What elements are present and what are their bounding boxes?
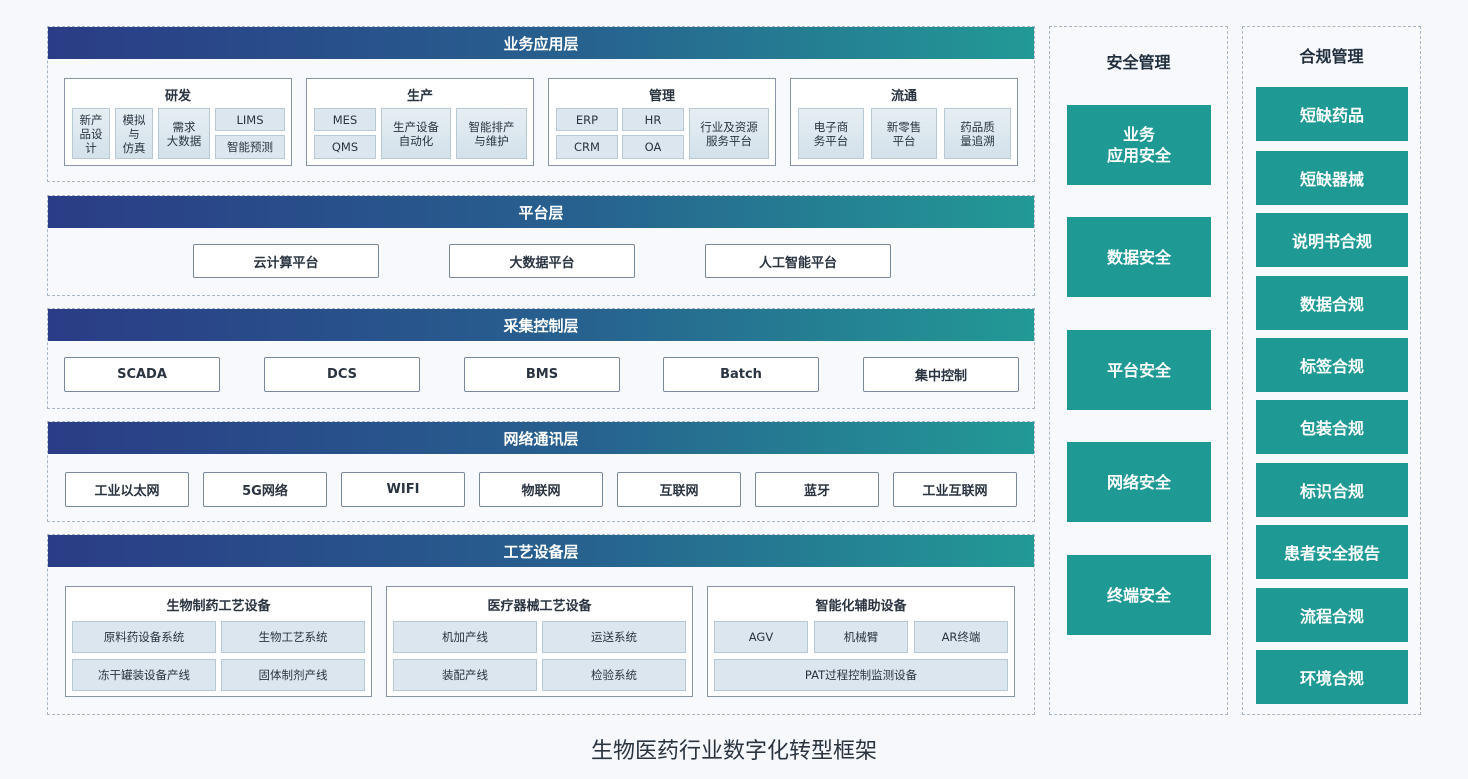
compliance-patient-safety: 患者安全报告: [1256, 525, 1408, 579]
cell-demand-bigdata: 需求 大数据: [158, 108, 210, 159]
equipment-layer-title: 工艺设备层: [48, 535, 1034, 567]
network-layer: 网络通讯层 工业以太网 5G网络 WIFI 物联网 互联网 蓝牙 工业互联网: [47, 421, 1035, 522]
collection-layer: 采集控制层 SCADA DCS BMS Batch 集中控制: [47, 308, 1035, 409]
group-production-title: 生产: [406, 89, 433, 104]
platform-bigdata: 大数据平台: [449, 244, 635, 278]
collection-batch: Batch: [663, 357, 819, 392]
equipment-layer: 工艺设备层 生物制药工艺设备 原料药设备系统 生物工艺系统 冻干罐装设备产线 固…: [47, 534, 1035, 715]
compliance-device-shortage: 短缺器械: [1256, 151, 1408, 205]
cell-agv: AGV: [714, 621, 808, 653]
network-industrial-internet: 工业互联网: [893, 472, 1017, 507]
group-medical-device-equipment-title: 医疗器械工艺设备: [487, 599, 592, 614]
platform-ai: 人工智能平台: [705, 244, 891, 278]
platform-layer: 平台层 云计算平台 大数据平台 人工智能平台: [47, 195, 1035, 296]
security-data: 数据安全: [1067, 217, 1211, 297]
collection-bms: BMS: [464, 357, 620, 392]
group-smart-auxiliary-equipment-title: 智能化辅助设备: [815, 599, 907, 614]
network-internet: 互联网: [617, 472, 741, 507]
group-medical-device-equipment: 医疗器械工艺设备 机加产线 运送系统 装配产线 检验系统: [386, 586, 693, 697]
network-5g: 5G网络: [203, 472, 327, 507]
group-biopharma-equipment-title: 生物制药工艺设备: [166, 599, 271, 614]
security-panel: 安全管理 业务 应用安全 数据安全 平台安全 网络安全 终端安全: [1049, 26, 1228, 715]
group-management: 管理 ERP HR CRM OA 行业及资源 服务平台: [548, 78, 776, 166]
group-biopharma-equipment: 生物制药工艺设备 原料药设备系统 生物工艺系统 冻干罐装设备产线 固体制剂产线: [65, 586, 372, 697]
cell-crm: CRM: [556, 135, 618, 159]
platform-cloud: 云计算平台: [193, 244, 379, 278]
compliance-packaging: 包装合规: [1256, 400, 1408, 454]
compliance-drug-shortage: 短缺药品: [1256, 87, 1408, 141]
cell-ecommerce-platform: 电子商 务平台: [798, 108, 864, 159]
cell-smart-forecast: 智能预测: [215, 135, 285, 159]
collection-dcs: DCS: [264, 357, 420, 392]
compliance-data: 数据合规: [1256, 276, 1408, 330]
diagram-caption: 生物医药行业数字化转型框架: [590, 739, 877, 764]
network-industrial-ethernet: 工业以太网: [65, 472, 189, 507]
collection-central-control: 集中控制: [863, 357, 1019, 392]
cell-bioprocess-system: 生物工艺系统: [221, 621, 365, 653]
group-production: 生产 MES QMS 生产设备 自动化 智能排产 与维护: [306, 78, 534, 166]
cell-lims: LIMS: [215, 108, 285, 131]
network-layer-title: 网络通讯层: [48, 422, 1034, 454]
compliance-process: 流程合规: [1256, 588, 1408, 642]
security-title: 安全管理: [1106, 53, 1171, 72]
cell-new-product-design: 新产 品设 计: [72, 108, 110, 159]
group-rnd: 研发 新产 品设 计 模拟 与 仿真 需求 大数据 LIMS 智能预测: [64, 78, 292, 166]
security-network: 网络安全: [1067, 442, 1211, 522]
cell-oa: OA: [622, 135, 684, 159]
group-distribution-title: 流通: [890, 89, 917, 104]
network-iot: 物联网: [479, 472, 603, 507]
cell-inspection-system: 检验系统: [542, 659, 686, 691]
group-smart-auxiliary-equipment: 智能化辅助设备 AGV 机械臂 AR终端 PAT过程控制监测设备: [707, 586, 1015, 697]
compliance-label: 标签合规: [1256, 338, 1408, 392]
collection-scada: SCADA: [64, 357, 220, 392]
group-management-title: 管理: [648, 89, 675, 104]
cell-new-retail-platform: 新零售 平台: [871, 108, 937, 159]
cell-assembly-line: 装配产线: [393, 659, 537, 691]
security-business-app: 业务 应用安全: [1067, 105, 1211, 185]
compliance-title: 合规管理: [1299, 47, 1364, 66]
platform-layer-title: 平台层: [48, 196, 1034, 228]
cell-pat-monitoring: PAT过程控制监测设备: [714, 659, 1008, 691]
compliance-panel: 合规管理 短缺药品 短缺器械 说明书合规 数据合规 标签合规 包装合规 标识合规…: [1242, 26, 1421, 715]
network-bluetooth: 蓝牙: [755, 472, 879, 507]
cell-hr: HR: [622, 108, 684, 131]
cell-mes: MES: [314, 108, 376, 131]
security-terminal: 终端安全: [1067, 555, 1211, 635]
compliance-environment: 环境合规: [1256, 650, 1408, 704]
cell-simulation: 模拟 与 仿真: [115, 108, 153, 159]
cell-machining-line: 机加产线: [393, 621, 537, 653]
cell-api-equipment-system: 原料药设备系统: [72, 621, 216, 653]
cell-drug-traceability: 药品质 量追溯: [944, 108, 1011, 159]
cell-ar-terminal: AR终端: [914, 621, 1008, 653]
group-distribution: 流通 电子商 务平台 新零售 平台 药品质 量追溯: [790, 78, 1018, 166]
cell-smart-scheduling: 智能排产 与维护: [456, 108, 527, 159]
cell-solid-dosage-line: 固体制剂产线: [221, 659, 365, 691]
cell-freeze-dry-filling-line: 冻干罐装设备产线: [72, 659, 216, 691]
cell-robot-arm: 机械臂: [814, 621, 908, 653]
cell-industry-service-platform: 行业及资源 服务平台: [689, 108, 769, 159]
cell-erp: ERP: [556, 108, 618, 131]
business-layer: 业务应用层 研发 新产 品设 计 模拟 与 仿真 需求 大数据 LIMS 智能预…: [47, 26, 1035, 182]
cell-qms: QMS: [314, 135, 376, 159]
network-wifi: WIFI: [341, 472, 465, 507]
cell-conveying-system: 运送系统: [542, 621, 686, 653]
cell-equipment-automation: 生产设备 自动化: [381, 108, 451, 159]
group-rnd-title: 研发: [164, 89, 191, 104]
compliance-instructions: 说明书合规: [1256, 213, 1408, 267]
collection-layer-title: 采集控制层: [48, 309, 1034, 341]
compliance-marking: 标识合规: [1256, 463, 1408, 517]
business-layer-title: 业务应用层: [48, 27, 1034, 59]
security-platform: 平台安全: [1067, 330, 1211, 410]
